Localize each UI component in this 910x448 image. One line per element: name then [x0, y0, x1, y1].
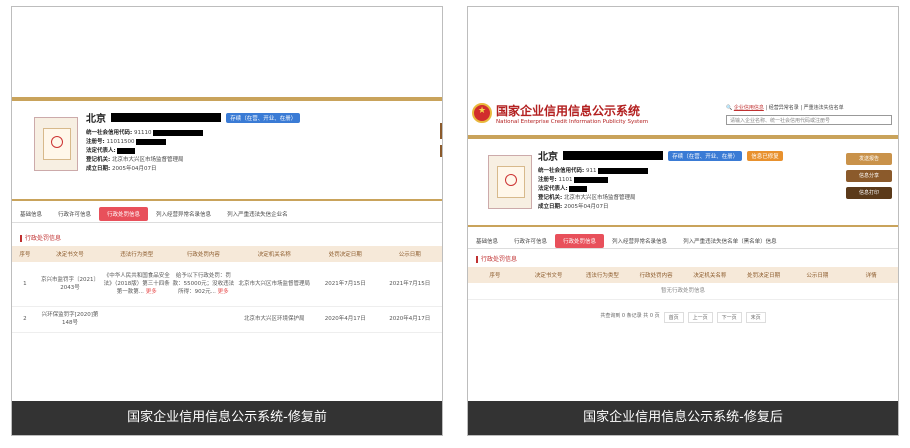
system-title: 国家企业信用信息公示系统 [496, 104, 641, 118]
reg-authority-row: 登记机关: 北京市大兴区市场监督管理局 [538, 195, 636, 201]
col-header: 行政处罚内容 [171, 246, 236, 262]
col-header: 行政处罚内容 [629, 267, 683, 283]
more-link[interactable]: 更多 [146, 289, 157, 295]
tab-serious-violation[interactable]: 列入严重违法失信企业名 [219, 210, 296, 218]
pager-first[interactable]: 首页 [663, 312, 684, 323]
col-header: 决定书文号 [37, 246, 103, 262]
redacted-reg-no [136, 138, 167, 145]
before-panel: 北京 存续（在营、开业、在册） 统一社会信用代码: 91110 注册号: 110… [11, 6, 443, 436]
business-license-icon [34, 117, 78, 171]
system-header: 国家企业信用信息公示系统 National Enterprise Credit … [468, 95, 898, 135]
col-header: 处罚决定日期 [736, 267, 791, 283]
national-emblem-icon [472, 103, 492, 123]
tab-penalty-info[interactable]: 行政处罚信息 [555, 233, 605, 248]
col-header: 决定机关名称 [683, 267, 737, 283]
legal-rep-row: 法定代表人: [538, 185, 783, 194]
redacted-legal-rep [117, 147, 136, 154]
after-panel: 国家企业信用信息公示系统 National Enterprise Credit … [467, 6, 899, 436]
company-card: 北京 存续（在营、开业、在册） 统一社会信用代码: 91110 注册号: 110… [12, 101, 442, 201]
pager-prev[interactable]: 上一页 [687, 312, 713, 323]
caption-after: 国家企业信用信息公示系统-修复后 [468, 401, 898, 435]
penalty-table: 序号 决定书文号 违法行为类型 行政处罚内容 决定机关名称 处罚决定日期 公示日… [12, 246, 442, 333]
company-name: 北京 [86, 114, 106, 125]
col-header: 公示日期 [790, 267, 845, 283]
tab-abnormal-list[interactable]: 列入经营异常名录信息 [148, 210, 219, 218]
before-screenshot: 北京 存续（在营、开业、在册） 统一社会信用代码: 91110 注册号: 110… [12, 97, 442, 333]
status-badge: 存续（在营、开业、在册） [668, 150, 743, 161]
reg-authority-row: 登记机关: 北京市大兴区市场监督管理局 [86, 157, 184, 163]
search-input[interactable]: 请输入企业名称、统一社会信用代码或注册号 [726, 115, 892, 125]
send-report-button[interactable]: 发送报告 [846, 153, 892, 165]
redacted-company-name [563, 151, 664, 160]
col-header: 公示日期 [377, 246, 442, 262]
col-header: 序号 [12, 246, 38, 262]
status-badge: 存续（在营、开业、在册） [226, 112, 301, 123]
link-abnormal-list[interactable]: 经营异常名录 [769, 105, 799, 111]
redacted-code [153, 129, 204, 136]
col-header: 违法行为类型 [575, 267, 630, 283]
company-info: 北京 存续（在营、开业、在册） 统一社会信用代码: 91110 注册号: 110… [86, 107, 301, 174]
link-serious-violation[interactable]: 严重违法失信名单 [804, 105, 844, 111]
header-links: 🔍 企业信用信息 | 经营异常名录 | 严重违法失信名单 [726, 105, 844, 111]
table-row: 1 京兴市监罚字〔2021〕2043号 《中华人民共和国食品安全法》（2018版… [12, 262, 442, 307]
reg-no-row: 注册号: 1101 [538, 176, 783, 185]
penalty-table: 序号 决定书文号 违法行为类型 行政处罚内容 决定机关名称 处罚决定日期 公示日… [468, 267, 898, 300]
empty-table-message: 暂无行政处罚信息 [468, 283, 898, 300]
reg-no-row: 注册号: 11011500 [86, 138, 300, 147]
redacted-company-name [111, 113, 222, 122]
founded-row: 成立日期: 2005年04月07日 [86, 166, 157, 172]
pager-last[interactable]: 末页 [745, 312, 766, 323]
tab-abnormal-list[interactable]: 列入经营异常名录信息 [604, 237, 675, 245]
company-card: 北京 存续（在营、开业、在册） 信息已修复 统一社会信用代码: 911 注册号:… [468, 139, 898, 227]
repaired-badge: 信息已修复 [747, 150, 783, 161]
business-license-icon [488, 155, 532, 209]
col-header: 处罚决定日期 [312, 246, 378, 262]
share-info-button[interactable]: 信息分享 [846, 170, 892, 182]
col-header: 序号 [468, 267, 522, 283]
legal-rep-row: 法定代表人: [86, 147, 300, 156]
search-icon: 🔍 [726, 105, 733, 111]
col-header: 决定机关名称 [235, 246, 313, 262]
caption-before: 国家企业信用信息公示系统-修复前 [12, 401, 442, 435]
side-button-edge[interactable] [440, 123, 442, 139]
link-enterprise-credit[interactable]: 企业信用信息 [734, 105, 764, 111]
info-tabs: 基础信息 行政许可信息 行政处罚信息 列入经营异常名录信息 列入严重违法失信企业… [12, 205, 442, 223]
redacted-code [598, 167, 649, 174]
tab-basic-info[interactable]: 基础信息 [468, 237, 506, 245]
col-header: 详情 [844, 267, 898, 283]
credit-code-row: 统一社会信用代码: 91110 [86, 129, 300, 138]
section-title: 行政处罚信息 [468, 249, 898, 267]
credit-code-row: 统一社会信用代码: 911 [538, 167, 783, 176]
print-info-button[interactable]: 信息打印 [846, 187, 892, 199]
side-button-edge[interactable] [440, 145, 442, 157]
founded-row: 成立日期: 2005年04月07日 [538, 204, 609, 210]
after-screenshot: 国家企业信用信息公示系统 National Enterprise Credit … [468, 95, 898, 327]
tab-license-info[interactable]: 行政许可信息 [506, 237, 555, 245]
company-name: 北京 [538, 152, 558, 163]
system-subtitle: National Enterprise Credit Information P… [496, 119, 649, 125]
pager-summary: 共查询到 0 条记录 共 0 页 [600, 313, 660, 319]
tab-serious-violation[interactable]: 列入严重违法失信名单（黑名单）信息 [675, 237, 785, 245]
col-header: 违法行为类型 [102, 246, 172, 262]
redacted-reg-no [574, 176, 609, 183]
table-row: 2 兴环保监罚字[2020]第148号 北京市大兴区环境保护局 2020年4月1… [12, 306, 442, 333]
section-title: 行政处罚信息 [12, 223, 442, 246]
more-link[interactable]: 更多 [218, 289, 229, 295]
pager-next[interactable]: 下一页 [716, 312, 742, 323]
info-tabs: 基础信息 行政许可信息 行政处罚信息 列入经营异常名录信息 列入严重违法失信名单… [468, 233, 898, 249]
col-header: 决定书文号 [521, 267, 576, 283]
redacted-legal-rep [569, 185, 588, 192]
company-info: 北京 存续（在营、开业、在册） 信息已修复 统一社会信用代码: 911 注册号:… [538, 145, 783, 212]
pagination: 共查询到 0 条记录 共 0 页 首页 上一页 下一页 末页 [468, 308, 898, 327]
tab-penalty-info[interactable]: 行政处罚信息 [99, 206, 149, 221]
tab-license-info[interactable]: 行政许可信息 [50, 210, 99, 218]
table-row: 暂无行政处罚信息 [468, 283, 898, 300]
tab-basic-info[interactable]: 基础信息 [12, 210, 50, 218]
